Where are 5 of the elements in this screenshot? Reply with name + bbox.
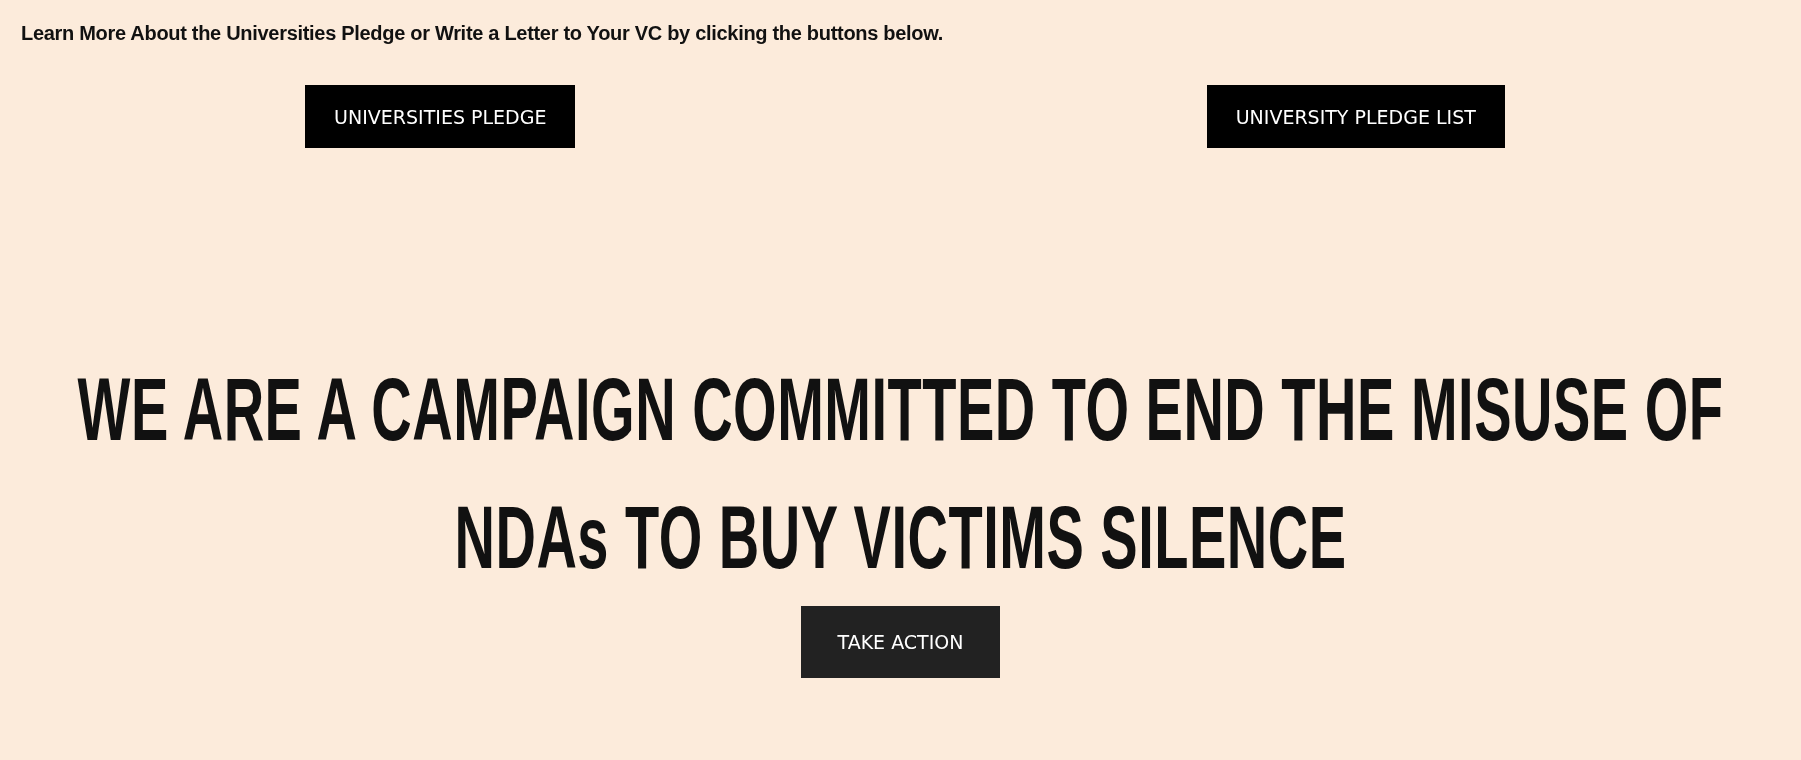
pledge-button[interactable]: UNIVERSITIES PLEDGE	[305, 85, 576, 148]
headline: WE ARE A CAMPAIGN COMMITTED TO END THE MISUSE OF NDAs TO BUY VICTIMS SILENCE	[76, 357, 1725, 590]
take-action-button[interactable]: TAKE ACTION	[800, 606, 1001, 678]
pledge-button[interactable]: UNIVERSITY PLEDGE LIST	[1206, 85, 1505, 148]
intro-text: Learn More About the Universities Pledge or Write a Letter to Your VC by clicking the buttons below.	[21, 22, 943, 45]
